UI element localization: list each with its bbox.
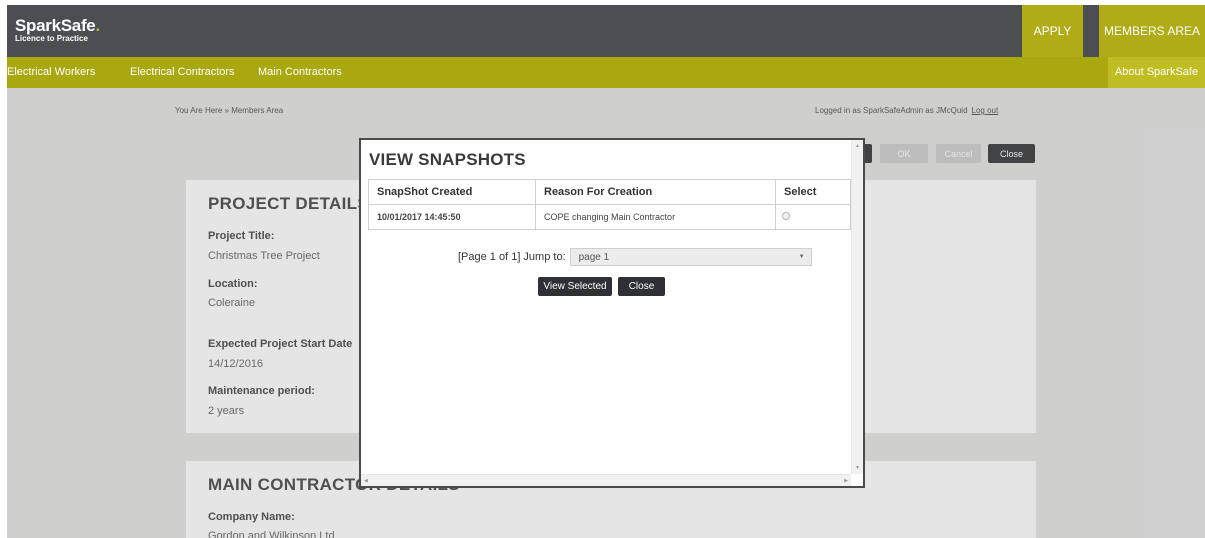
chevron-down-icon: ▼ — [798, 254, 805, 260]
logo-name: SparkSafe — [15, 16, 96, 35]
pager: [Page 1 of 1] Jump to: page 1 ▼ — [458, 248, 812, 266]
select-cell — [775, 204, 851, 230]
table-header-row: SnapShot Created Reason For Creation Sel… — [368, 179, 851, 205]
jump-to-page-select[interactable]: page 1 ▼ — [569, 248, 812, 266]
sparksafe-logo[interactable]: SparkSafe. Licence to Practice — [15, 17, 100, 44]
view-selected-button[interactable]: View Selected — [538, 277, 612, 296]
scroll-right-arrow-icon[interactable]: ▶ — [844, 478, 848, 484]
snapshots-table: SnapShot Created Reason For Creation Sel… — [368, 179, 851, 230]
nav-main-contractors[interactable]: Main Contractors — [258, 57, 342, 88]
column-header-reason: Reason For Creation — [535, 179, 776, 205]
dialog-title: VIEW SNAPSHOTS — [369, 150, 526, 169]
scroll-left-arrow-icon[interactable]: ◀ — [364, 478, 368, 484]
snapshot-created-cell: 10/01/2017 14:45:50 — [368, 204, 536, 230]
apply-button[interactable]: APPLY — [1022, 5, 1083, 57]
view-snapshots-dialog: VIEW SNAPSHOTS SnapShot Created Reason F… — [359, 138, 865, 488]
vertical-scrollbar[interactable]: ▲ ▼ — [851, 140, 863, 474]
logo-dot: . — [95, 16, 100, 35]
browser-viewport: SparkSafe. Licence to Practice APPLY MEM… — [7, 5, 1205, 538]
column-header-select: Select — [775, 179, 851, 205]
scroll-down-arrow-icon[interactable]: ▼ — [855, 465, 860, 471]
table-row: 10/01/2017 14:45:50 COPE changing Main C… — [368, 204, 851, 230]
nav-electrical-contractors[interactable]: Electrical Contractors — [130, 57, 235, 88]
dialog-close-button[interactable]: Close — [618, 277, 665, 296]
members-area-button[interactable]: MEMBERS AREA — [1099, 5, 1205, 57]
snapshot-select-radio[interactable] — [782, 212, 790, 220]
jump-to-page-value: page 1 — [578, 251, 610, 263]
nav-electrical-workers[interactable]: Electrical Workers — [7, 57, 95, 88]
snapshot-reason-cell: COPE changing Main Contractor — [535, 204, 776, 230]
pager-text: [Page 1 of 1] Jump to: — [458, 251, 566, 263]
column-header-created: SnapShot Created — [368, 179, 536, 205]
logo-tagline: Licence to Practice — [15, 34, 88, 43]
main-nav: Electrical Workers Electrical Contractor… — [7, 57, 1205, 88]
horizontal-scrollbar[interactable]: ◀ ▶ — [361, 474, 851, 486]
scroll-up-arrow-icon[interactable]: ▲ — [855, 143, 860, 149]
nav-about-sparksafe[interactable]: About SparkSafe — [1108, 57, 1205, 88]
site-header: SparkSafe. Licence to Practice APPLY MEM… — [7, 5, 1205, 57]
